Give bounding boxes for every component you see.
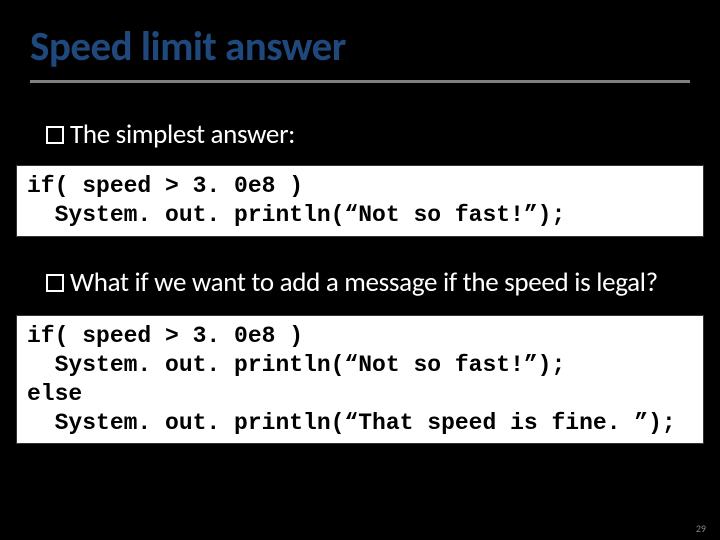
code-block: if( speed > 3. 0e8 ) System. out. printl… bbox=[16, 165, 704, 237]
title-underline bbox=[30, 80, 690, 83]
bullet-box-icon bbox=[46, 274, 64, 292]
slide-title: Speed limit answer bbox=[0, 0, 720, 72]
slide: Speed limit answer The simplest answer: … bbox=[0, 0, 720, 540]
bullet-item: The simplest answer: bbox=[0, 119, 720, 151]
bullet-text: The simplest answer: bbox=[70, 119, 295, 151]
page-number: 29 bbox=[696, 522, 706, 535]
bullet-text: What if we want to add a message if the … bbox=[70, 267, 658, 299]
bullet-box-icon bbox=[46, 126, 64, 144]
code-block: if( speed > 3. 0e8 ) System. out. printl… bbox=[16, 315, 704, 444]
bullet-item: What if we want to add a message if the … bbox=[0, 267, 720, 299]
